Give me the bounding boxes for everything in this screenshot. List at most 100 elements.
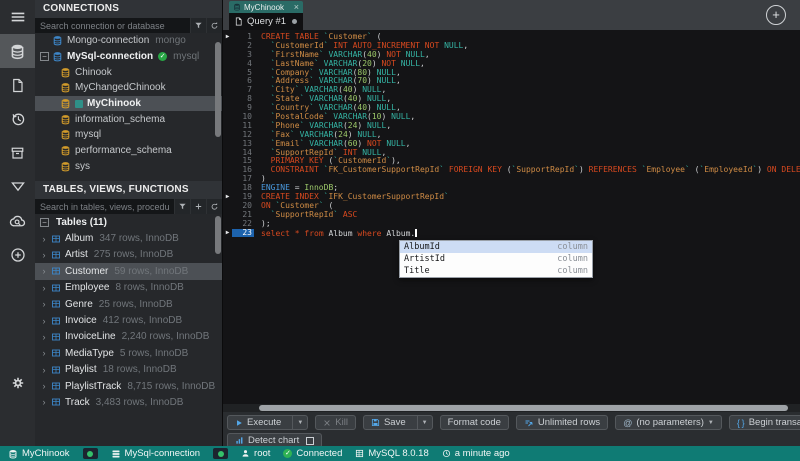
expander-icon <box>40 36 49 45</box>
filter-icon[interactable] <box>190 18 206 33</box>
table-icon <box>51 234 61 244</box>
table-row[interactable]: ›InvoiceLine2,240 rows, InnoDB <box>35 329 222 345</box>
schema-item[interactable]: mysql <box>35 127 222 143</box>
code-line[interactable]: 21 `SupportRepId` ASC <box>223 211 800 220</box>
database-icon <box>233 3 241 11</box>
schema-item[interactable]: sys <box>35 159 222 175</box>
table-row[interactable]: ›Track3,483 rows, InnoDB <box>35 394 222 410</box>
row-limit-button[interactable]: Unlimited rows <box>516 415 608 430</box>
refresh-icon[interactable] <box>206 18 222 33</box>
history-icon[interactable] <box>0 102 35 136</box>
tab-query-1[interactable]: MyChinook × Query #1 <box>229 1 303 30</box>
execute-button[interactable]: Execute ▼ <box>227 415 308 430</box>
tables-search-input[interactable] <box>35 199 174 214</box>
table-row[interactable]: ›MediaType5 rows, InnoDB <box>35 345 222 361</box>
save-button[interactable]: Save ▼ <box>363 415 433 430</box>
begin-transaction-button[interactable]: { }Begin transaction <box>729 415 800 430</box>
file-icon[interactable] <box>0 68 35 102</box>
chevron-right-icon[interactable]: › <box>40 234 48 244</box>
schema-item[interactable]: information_schema <box>35 111 222 127</box>
status-badge <box>213 448 228 459</box>
database-icon <box>60 114 71 125</box>
new-tab-button[interactable]: + <box>766 5 786 25</box>
table-name: PlaylistTrack <box>65 381 121 392</box>
gutter-space <box>223 131 232 140</box>
database-icon <box>60 67 71 78</box>
table-icon <box>51 397 61 407</box>
connection-item[interactable]: −MySql-connection✓mysql <box>35 49 222 65</box>
table-meta: 5 rows, InnoDB <box>120 348 188 359</box>
item-label: Chinook <box>75 67 112 78</box>
table-row[interactable]: ›PlaylistTrack8,715 rows, InnoDB <box>35 378 222 394</box>
format-code-button[interactable]: Format code <box>440 415 509 430</box>
table-row[interactable]: ›Customer59 rows, InnoDB <box>35 263 222 279</box>
menu-icon[interactable] <box>0 0 35 34</box>
chevron-right-icon[interactable]: › <box>40 283 48 293</box>
connection-item[interactable]: Mongo-connectionmongo <box>35 33 222 49</box>
statusbar-database[interactable]: MyChinook <box>8 448 70 459</box>
gear-icon[interactable] <box>0 366 35 400</box>
autocomplete-item[interactable]: Titlecolumn <box>400 265 592 277</box>
execute-dropdown[interactable]: ▼ <box>292 416 307 429</box>
table-icon <box>51 365 61 375</box>
horizontal-scrollbar <box>223 404 800 412</box>
chevron-right-icon[interactable]: › <box>40 397 48 407</box>
chevron-right-icon[interactable]: › <box>40 266 48 276</box>
gutter-space <box>223 140 232 149</box>
scrollbar-thumb[interactable] <box>259 405 788 411</box>
chevron-right-icon[interactable]: › <box>40 299 48 309</box>
add-circle-icon[interactable] <box>0 238 35 272</box>
filter-icon[interactable] <box>174 199 190 214</box>
add-icon[interactable] <box>190 199 206 214</box>
save-dropdown[interactable]: ▼ <box>417 416 432 429</box>
autocomplete-item[interactable]: AlbumIdcolumn <box>400 241 592 253</box>
table-row[interactable]: ›Genre25 rows, InnoDB <box>35 296 222 312</box>
connections-scrollbar[interactable] <box>215 42 221 137</box>
suggestion-name: ArtistId <box>404 254 445 264</box>
funnel-icon[interactable] <box>0 170 35 204</box>
parameters-button[interactable]: @(no parameters)▼ <box>615 415 722 430</box>
tables-group-row[interactable]: − Tables (11) <box>35 214 222 230</box>
code-area[interactable]: ▶1CREATE TABLE `Customer` (2 `CustomerId… <box>223 30 800 404</box>
table-row[interactable]: ›Invoice412 rows, InnoDB <box>35 312 222 328</box>
schema-item[interactable]: Chinook <box>35 64 222 80</box>
refresh-icon[interactable] <box>206 199 222 214</box>
table-row[interactable]: ›Playlist18 rows, InnoDB <box>35 362 222 378</box>
autocomplete-item[interactable]: ArtistIdcolumn <box>400 253 592 265</box>
cloud-search-icon[interactable] <box>0 204 35 238</box>
expander-icon[interactable]: − <box>40 52 49 61</box>
text-cursor <box>415 229 417 237</box>
code-line[interactable]: 16 CONSTRAINT `FK_CustomerSupportRepId` … <box>223 166 800 175</box>
floppy-icon <box>371 418 380 427</box>
archive-icon[interactable] <box>0 136 35 170</box>
statusbar-connection[interactable]: MySql-connection <box>111 448 201 459</box>
gutter-space <box>223 211 232 220</box>
table-row[interactable]: ›Employee8 rows, InnoDB <box>35 280 222 296</box>
code-line[interactable]: 22); <box>223 220 800 229</box>
tables-scrollbar[interactable] <box>215 216 221 254</box>
chevron-right-icon[interactable]: › <box>40 348 48 358</box>
table-meta: 18 rows, InnoDB <box>103 364 177 375</box>
detect-chart-checkbox[interactable] <box>306 437 314 445</box>
chevron-right-icon[interactable]: › <box>40 316 48 326</box>
file-icon <box>234 17 243 26</box>
schema-item[interactable]: MyChangedChinook <box>35 80 222 96</box>
chevron-right-icon[interactable]: › <box>40 381 48 391</box>
chevron-right-icon[interactable]: › <box>40 365 48 375</box>
schema-item[interactable]: MyChinook <box>35 96 222 112</box>
schema-item[interactable]: performance_schema <box>35 143 222 159</box>
statement-marker-icon: ▶ <box>223 229 232 238</box>
database-icon[interactable] <box>0 34 35 68</box>
play-icon <box>235 419 243 427</box>
code-line[interactable]: ▶23select * from Album where Album. <box>223 229 800 238</box>
tab-body[interactable]: Query #1 <box>229 13 303 30</box>
collapse-icon[interactable]: − <box>40 218 49 227</box>
table-meta: 347 rows, InnoDB <box>99 233 179 244</box>
table-row[interactable]: ›Album347 rows, InnoDB <box>35 230 222 246</box>
chevron-right-icon[interactable]: › <box>40 332 48 342</box>
close-icon[interactable]: × <box>294 3 299 12</box>
gutter-space <box>223 149 232 158</box>
table-row[interactable]: ›Artist275 rows, InnoDB <box>35 247 222 263</box>
chevron-right-icon[interactable]: › <box>40 250 48 260</box>
connections-search-input[interactable] <box>35 18 190 33</box>
